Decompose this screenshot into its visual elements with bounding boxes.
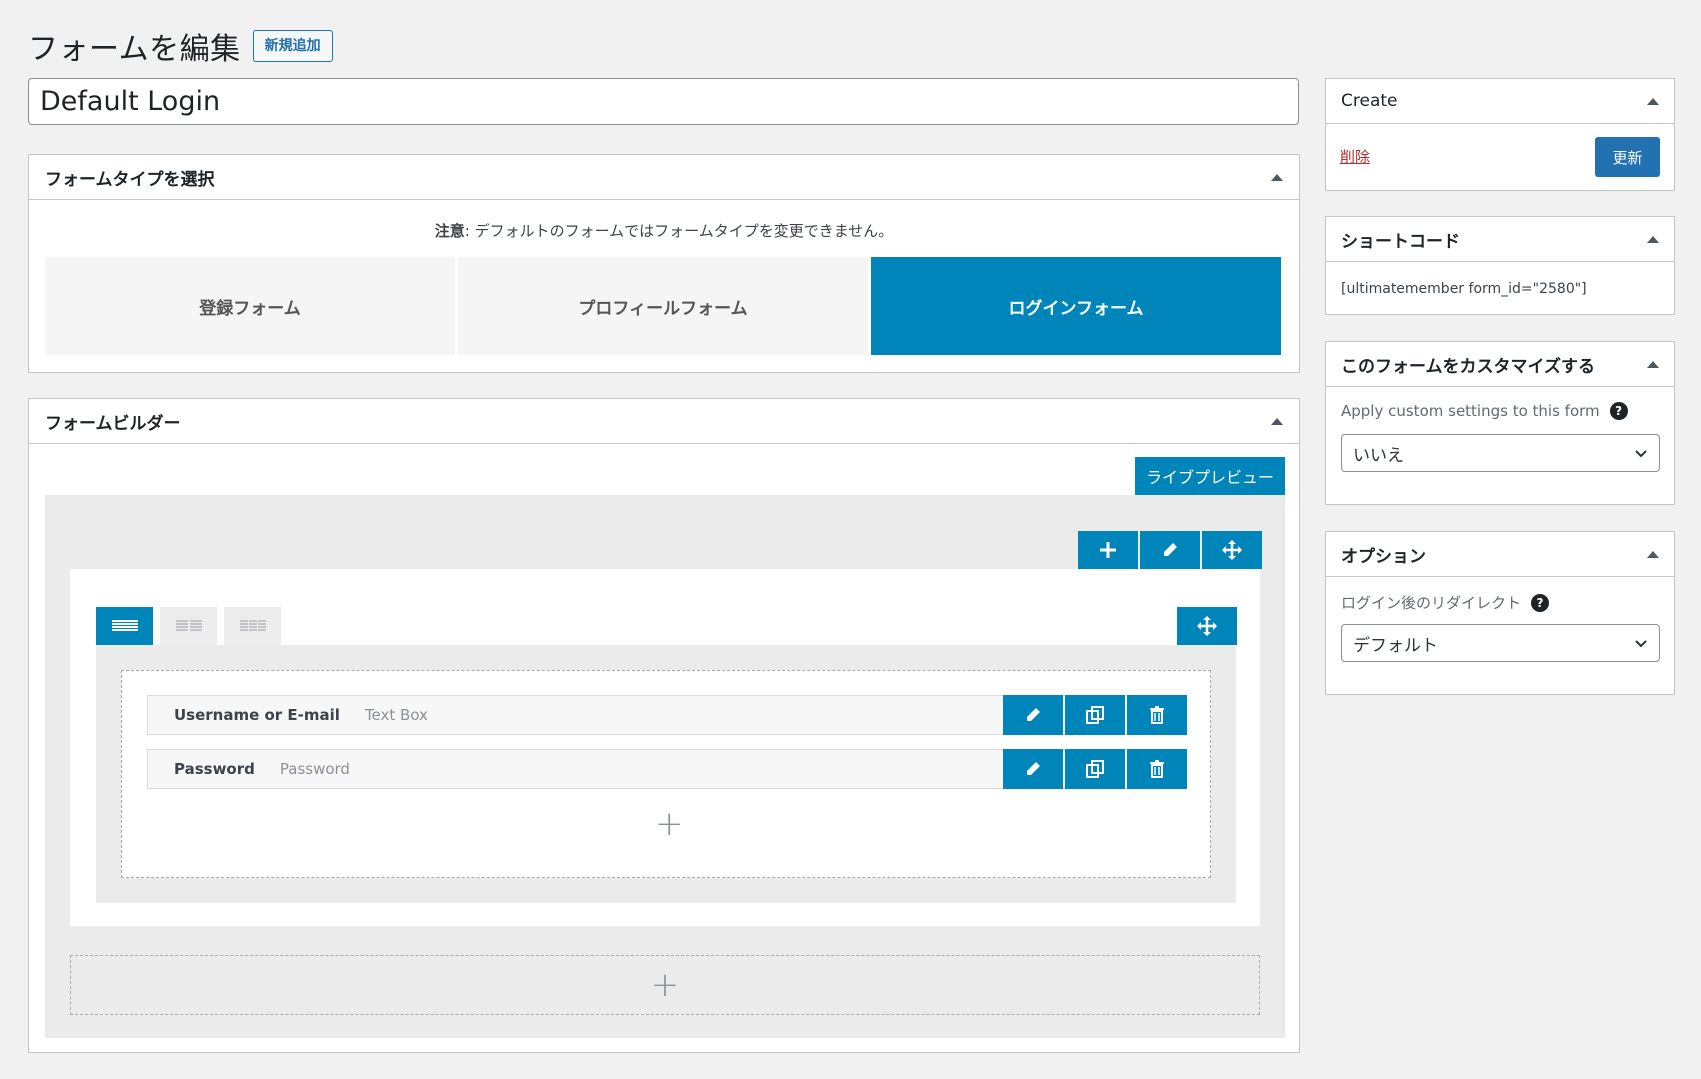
- one-column-icon: [111, 620, 138, 631]
- page-heading: フォームを編集 新規追加: [28, 24, 333, 68]
- delete-field-button[interactable]: [1127, 695, 1187, 735]
- field-label: Username or E-mail: [174, 706, 340, 724]
- form-type-notice: 注意: デフォルトのフォームではフォームタイプを変更できません。: [29, 220, 1299, 241]
- pencil-icon: [1027, 708, 1040, 721]
- move-row-button[interactable]: [1202, 531, 1262, 569]
- collapse-arrow-icon[interactable]: [1647, 97, 1659, 105]
- add-row-button[interactable]: [1078, 531, 1138, 569]
- create-title: Create: [1341, 91, 1398, 111]
- collapse-arrow-icon[interactable]: [1271, 417, 1283, 425]
- pencil-icon: [1164, 543, 1177, 556]
- form-type-register[interactable]: 登録フォーム: [45, 257, 455, 355]
- trash-icon: [1150, 760, 1164, 778]
- edit-field-button[interactable]: [1003, 749, 1063, 789]
- form-type-profile[interactable]: プロフィールフォーム: [458, 257, 868, 355]
- duplicate-field-button[interactable]: [1065, 695, 1125, 735]
- notice-label: 注意: [434, 222, 465, 240]
- notice-text: : デフォルトのフォームではフォームタイプを変更できません。: [464, 222, 894, 240]
- custom-settings-label: Apply custom settings to this form: [1341, 402, 1600, 420]
- redirect-select[interactable]: デフォルト: [1341, 624, 1660, 662]
- collapse-arrow-icon[interactable]: [1647, 235, 1659, 243]
- column-layout-tabs: [96, 607, 281, 645]
- shortcode-header: ショートコード: [1326, 217, 1674, 262]
- three-column-tab[interactable]: [224, 607, 281, 645]
- select-value: デフォルト: [1353, 635, 1438, 656]
- customize-header: このフォームをカスタマイズする: [1326, 342, 1674, 387]
- help-icon[interactable]: ?: [1609, 402, 1628, 420]
- form-title-input[interactable]: [28, 78, 1299, 125]
- collapse-arrow-icon[interactable]: [1271, 173, 1283, 181]
- chevron-down-icon: [1635, 450, 1647, 458]
- edit-field-button[interactable]: [1003, 695, 1063, 735]
- builder-canvas: Username or E-mail Text Box Password Pas…: [45, 495, 1285, 1038]
- field-drop-zone: Username or E-mail Text Box Password Pas…: [121, 670, 1211, 878]
- delete-link[interactable]: 削除: [1340, 146, 1370, 167]
- create-box: Create 削除 更新: [1325, 78, 1675, 191]
- shortcode-title: ショートコード: [1341, 231, 1460, 252]
- collapse-arrow-icon[interactable]: [1647, 550, 1659, 558]
- form-builder-title: フォームビルダー: [45, 413, 181, 434]
- redirect-label-row: ログイン後のリダイレクト ?: [1341, 592, 1550, 613]
- field-label: Password: [174, 760, 255, 778]
- options-title: オプション: [1341, 546, 1426, 567]
- add-row-zone: +: [70, 955, 1260, 1015]
- move-icon: [1197, 616, 1217, 636]
- field-toolbar: [1003, 749, 1187, 789]
- two-column-tab[interactable]: [160, 607, 217, 645]
- form-type-title: フォームタイプを選択: [45, 169, 215, 190]
- pencil-icon: [1027, 762, 1040, 775]
- add-new-button[interactable]: 新規追加: [252, 30, 333, 62]
- customize-box: このフォームをカスタマイズする Apply custom settings to…: [1325, 341, 1675, 505]
- three-column-icon: [239, 620, 266, 631]
- form-type-header: フォームタイプを選択: [29, 155, 1299, 200]
- collapse-arrow-icon[interactable]: [1647, 360, 1659, 368]
- duplicate-field-button[interactable]: [1065, 749, 1125, 789]
- form-type-login[interactable]: ログインフォーム: [871, 257, 1281, 355]
- options-box: オプション ログイン後のリダイレクト ? デフォルト: [1325, 531, 1675, 695]
- move-icon: [1222, 540, 1242, 560]
- field-row-password: Password Password: [147, 749, 1187, 789]
- form-builder-header: フォームビルダー: [29, 399, 1299, 444]
- builder-row: Username or E-mail Text Box Password Pas…: [70, 569, 1260, 926]
- duplicate-icon: [1086, 760, 1104, 778]
- live-preview-button[interactable]: ライブプレビュー: [1135, 457, 1285, 495]
- delete-field-button[interactable]: [1127, 749, 1187, 789]
- options-header: オプション: [1326, 532, 1674, 577]
- trash-icon: [1150, 706, 1164, 724]
- select-value: いいえ: [1353, 445, 1404, 466]
- form-type-box: フォームタイプを選択 注意: デフォルトのフォームではフォームタイプを変更できま…: [28, 154, 1300, 373]
- redirect-label: ログイン後のリダイレクト: [1341, 594, 1522, 612]
- help-icon[interactable]: ?: [1531, 593, 1550, 612]
- custom-settings-label-row: Apply custom settings to this form ?: [1341, 402, 1628, 420]
- one-column-tab[interactable]: [96, 607, 153, 645]
- form-type-options: 登録フォーム プロフィールフォーム ログインフォーム: [45, 257, 1281, 355]
- shortcode-value[interactable]: [ultimatemember form_id="2580"]: [1341, 281, 1587, 297]
- plus-icon: [1100, 542, 1116, 558]
- customize-title: このフォームをカスタマイズする: [1341, 356, 1595, 377]
- edit-form-screen: フォームを編集 新規追加 フォームタイプを選択 注意: デフォルトのフォームでは…: [0, 0, 1701, 1079]
- form-builder-box: フォームビルダー ライブプレビュー Username or E-mail Tex…: [28, 398, 1300, 1053]
- field-type: Password: [279, 760, 350, 778]
- update-button[interactable]: 更新: [1595, 137, 1660, 177]
- chevron-down-icon: [1635, 640, 1647, 648]
- page-title: フォームを編集: [28, 32, 241, 67]
- edit-row-button[interactable]: [1140, 531, 1200, 569]
- custom-settings-select[interactable]: いいえ: [1341, 434, 1660, 472]
- add-field-button[interactable]: +: [655, 807, 684, 841]
- two-column-icon: [175, 620, 202, 631]
- field-row-username: Username or E-mail Text Box: [147, 695, 1187, 735]
- create-header: Create: [1326, 79, 1674, 124]
- row-toolbar: [1078, 531, 1262, 569]
- move-column-button[interactable]: [1177, 607, 1237, 645]
- add-row-plus-button[interactable]: +: [651, 968, 680, 1002]
- field-toolbar: [1003, 695, 1187, 735]
- shortcode-box: ショートコード [ultimatemember form_id="2580"]: [1325, 216, 1675, 315]
- column-body: Username or E-mail Text Box Password Pas…: [96, 645, 1236, 903]
- duplicate-icon: [1086, 706, 1104, 724]
- field-type: Text Box: [364, 706, 428, 724]
